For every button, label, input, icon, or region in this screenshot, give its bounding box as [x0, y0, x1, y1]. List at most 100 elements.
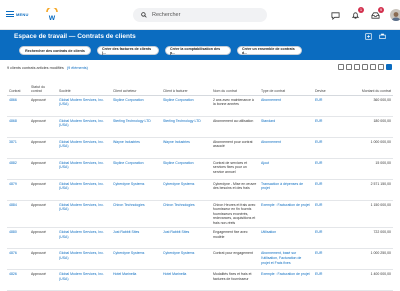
- cell-bill-to[interactable]: Skyline Corporation: [161, 158, 211, 179]
- cell-buyer[interactable]: Skyline Corporation: [111, 158, 161, 179]
- cell-company[interactable]: Global Modern Services, Inc. (USA): [57, 270, 111, 291]
- cell-bill-to[interactable]: Hotel Marinella: [161, 270, 211, 291]
- create-invoices-button[interactable]: Créer des factures de clients (...: [97, 46, 159, 55]
- col-header-currency[interactable]: Devise: [313, 77, 343, 95]
- cell-contract-type[interactable]: Abonnement: [259, 137, 313, 158]
- excel-icon[interactable]: [346, 64, 352, 70]
- cell-buyer[interactable]: Cyberdyne Systems: [111, 179, 161, 200]
- cell-currency[interactable]: EUR: [313, 270, 343, 291]
- search-bar[interactable]: Rechercher: [133, 8, 267, 22]
- cell-contract[interactable]: 4876: [7, 249, 29, 270]
- col-header-status[interactable]: Statut du contrat: [29, 77, 57, 95]
- cell-currency[interactable]: EUR: [313, 179, 343, 200]
- cell-buyer[interactable]: Hotel Marinella: [111, 270, 161, 291]
- menu-button[interactable]: MENU: [6, 11, 29, 17]
- search-contracts-button[interactable]: Rechercher des contrats de clients: [19, 46, 91, 55]
- col-header-contract[interactable]: Contrat: [7, 77, 29, 95]
- notifications-icon[interactable]: 1: [350, 10, 361, 21]
- cell-currency[interactable]: EUR: [313, 228, 343, 249]
- cell-buyer[interactable]: Just Rabbit Sites: [111, 228, 161, 249]
- col-header-buyer[interactable]: Client acheteur: [111, 77, 161, 95]
- grid-icon[interactable]: [370, 64, 376, 70]
- cell-bill-to[interactable]: Skyline Corporation: [161, 95, 211, 116]
- filter-icon[interactable]: [338, 64, 344, 70]
- cell-bill-to[interactable]: Chiron Technologies: [161, 200, 211, 228]
- table-row[interactable]: 4880ApprouvéGlobal Modern Services, Inc.…: [7, 228, 393, 249]
- cell-company[interactable]: Global Modern Services, Inc. (USA): [57, 158, 111, 179]
- cell-contract-type[interactable]: Ajout: [259, 158, 313, 179]
- table-row[interactable]: 3871ApprouvéGlobal Modern Services, Inc.…: [7, 137, 393, 158]
- cell-status: Approuvé: [29, 270, 57, 291]
- col-header-amount[interactable]: Montant du contrat: [343, 77, 393, 95]
- table-row[interactable]: 4868ApprouvéGlobal Modern Services, Inc.…: [7, 116, 393, 137]
- table-row[interactable]: 4876ApprouvéGlobal Modern Services, Inc.…: [7, 249, 393, 270]
- cell-company[interactable]: Global Modern Services, Inc. (USA): [57, 116, 111, 137]
- cell-company[interactable]: Global Modern Services, Inc. (USA): [57, 179, 111, 200]
- cell-company[interactable]: Global Modern Services, Inc. (USA): [57, 200, 111, 228]
- cell-contract[interactable]: 4826: [7, 270, 29, 291]
- cell-buyer[interactable]: Wayne Industries: [111, 137, 161, 158]
- avatar[interactable]: [390, 9, 400, 21]
- cell-contract-type[interactable]: Abonnement: [259, 95, 313, 116]
- cell-bill-to[interactable]: Just Rabbit Sites: [161, 228, 211, 249]
- create-accounting-button[interactable]: Créer la comptabilisation des p...: [165, 46, 231, 55]
- cell-contract-name: Cyberdyne - Mise en œuvre des besoins et…: [211, 179, 259, 200]
- cell-contract-type[interactable]: Abonnement, basé sur l'utilisation, Fact…: [259, 249, 313, 270]
- cell-contract[interactable]: 3871: [7, 137, 29, 158]
- cell-status: Approuvé: [29, 200, 57, 228]
- table-view-icon[interactable]: [386, 64, 392, 70]
- results-count-link[interactable]: (9 éléments): [67, 66, 88, 70]
- cell-currency[interactable]: EUR: [313, 249, 343, 270]
- cell-company[interactable]: Global Modern Services, Inc. (USA): [57, 137, 111, 158]
- cell-contract-type[interactable]: Exemple : Facturation de projet: [259, 270, 313, 291]
- columns-icon[interactable]: [362, 64, 368, 70]
- cell-buyer[interactable]: Skyline Corporation: [111, 95, 161, 116]
- cell-company[interactable]: Global Modern Services, Inc. (USA): [57, 228, 111, 249]
- cell-buyer[interactable]: Sterling Technology LTD: [111, 116, 161, 137]
- table-row[interactable]: 4882ApprouvéGlobal Modern Services, Inc.…: [7, 158, 393, 179]
- cell-status: Approuvé: [29, 158, 57, 179]
- cell-contract[interactable]: 4884: [7, 200, 29, 228]
- cell-contract-type[interactable]: Transaction à dépenses de projet: [259, 179, 313, 200]
- cell-company[interactable]: Global Modern Services, Inc. (USA): [57, 95, 111, 116]
- create-contract-set-button[interactable]: Créer un ensemble de contrats d...: [237, 46, 302, 55]
- table-row[interactable]: 4866ApprouvéGlobal Modern Services, Inc.…: [7, 95, 393, 116]
- cell-contract-type[interactable]: Utilisation: [259, 228, 313, 249]
- cell-buyer[interactable]: Cyberdyne Systems: [111, 249, 161, 270]
- cell-bill-to[interactable]: Wayne Industries: [161, 137, 211, 158]
- table-row[interactable]: 4826ApprouvéGlobal Modern Services, Inc.…: [7, 270, 393, 291]
- cell-company[interactable]: Global Modern Services, Inc. (USA): [57, 249, 111, 270]
- cell-contract[interactable]: 4882: [7, 158, 29, 179]
- col-header-bill-to[interactable]: Client à facturer: [161, 77, 211, 95]
- cell-amount: 2 571 150,00: [343, 179, 393, 200]
- cell-bill-to[interactable]: Cyberdyne Systems: [161, 179, 211, 200]
- cell-buyer[interactable]: Chiron Technologies: [111, 200, 161, 228]
- cell-status: Approuvé: [29, 228, 57, 249]
- cell-currency[interactable]: EUR: [313, 95, 343, 116]
- col-header-contract-name[interactable]: Nom du contrat: [211, 77, 259, 95]
- cell-contract-type[interactable]: Standard: [259, 116, 313, 137]
- chat-icon[interactable]: [330, 10, 341, 21]
- cell-currency[interactable]: EUR: [313, 116, 343, 137]
- print-icon[interactable]: [379, 33, 386, 40]
- cell-bill-to[interactable]: Sterling Technology LTD: [161, 116, 211, 137]
- table-row[interactable]: 4884ApprouvéGlobal Modern Services, Inc.…: [7, 200, 393, 228]
- cell-contract-type[interactable]: Exemple : Facturation de projet: [259, 200, 313, 228]
- cell-contract[interactable]: 4880: [7, 228, 29, 249]
- col-header-contract-type[interactable]: Type de contrat: [259, 77, 313, 95]
- cell-currency[interactable]: EUR: [313, 200, 343, 228]
- cell-currency[interactable]: EUR: [313, 137, 343, 158]
- cell-contract[interactable]: 4879: [7, 179, 29, 200]
- table-row[interactable]: 4879ApprouvéGlobal Modern Services, Inc.…: [7, 179, 393, 200]
- fullscreen-icon[interactable]: [378, 64, 384, 70]
- cell-bill-to[interactable]: Cyberdyne Systems: [161, 249, 211, 270]
- cell-contract[interactable]: 4868: [7, 116, 29, 137]
- export-icon[interactable]: [365, 33, 372, 40]
- workday-logo[interactable]: w: [46, 8, 58, 22]
- inbox-icon[interactable]: 9: [370, 10, 381, 21]
- sort-icon[interactable]: [354, 64, 360, 70]
- cell-contract-name: Abonnement au utilisation: [211, 116, 259, 137]
- cell-currency[interactable]: EUR: [313, 158, 343, 179]
- cell-contract[interactable]: 4866: [7, 95, 29, 116]
- col-header-company[interactable]: Société: [57, 77, 111, 95]
